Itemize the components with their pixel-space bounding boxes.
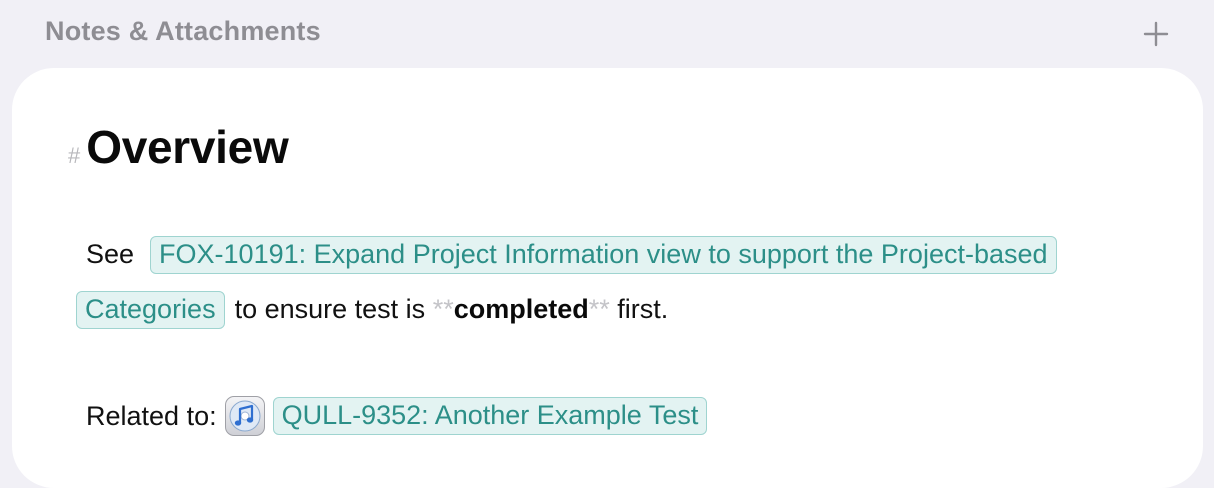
- linked-issue-chip[interactable]: FOX-10191: Expand Project Information vi…: [150, 236, 1057, 274]
- itunes-music-icon: [224, 396, 265, 436]
- note-heading: # Overview: [68, 120, 289, 174]
- related-label: Related to:: [86, 400, 217, 431]
- add-attachment-button[interactable]: [1136, 14, 1176, 54]
- plus-icon: [1143, 21, 1169, 47]
- bold-marker-open: **: [432, 294, 454, 324]
- linked-issue-chip-continued[interactable]: Categories: [76, 291, 225, 329]
- section-title: Notes & Attachments: [45, 16, 321, 46]
- note-card[interactable]: # Overview See FOX-10191: Expand Project …: [12, 68, 1203, 488]
- bold-text: completed: [453, 294, 589, 324]
- paragraph-suffix: first.: [617, 294, 669, 324]
- bold-marker-close: **: [588, 294, 610, 324]
- related-line: Related to: QULL-9352: Another Example T…: [86, 396, 708, 436]
- related-issue-chip[interactable]: QULL-9352: Another Example Test: [272, 397, 708, 435]
- heading-marker: #: [68, 143, 81, 168]
- paragraph-line-2: Categories to ensure test is **completed*…: [76, 291, 668, 329]
- paragraph-prefix: See: [86, 239, 135, 269]
- paragraph-line-1: See FOX-10191: Expand Project Information…: [86, 236, 1057, 274]
- heading-text: Overview: [86, 121, 289, 173]
- paragraph-middle: to ensure test is: [234, 294, 426, 324]
- section-header: Notes & Attachments: [0, 0, 1214, 68]
